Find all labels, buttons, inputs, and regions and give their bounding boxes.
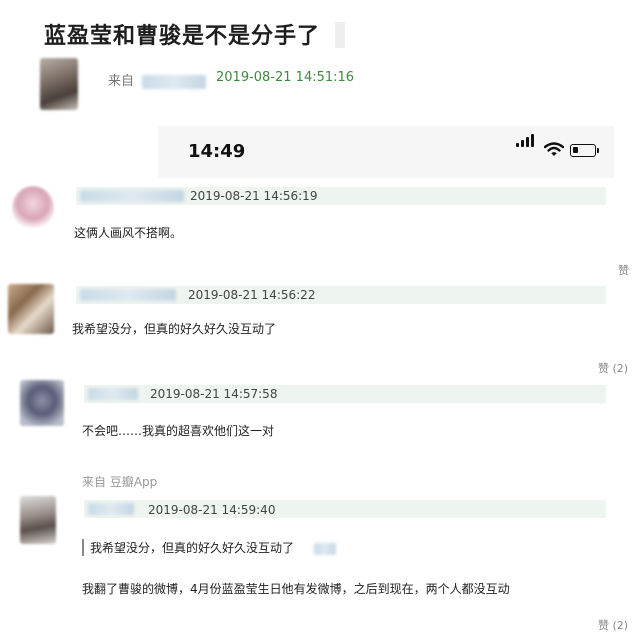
from-label: 来自 <box>108 74 135 89</box>
comment-avatar[interactable] <box>12 186 54 230</box>
blurred-username[interactable] <box>80 190 184 202</box>
post-datetime: 2019-08-21 14:51:16 <box>216 70 355 85</box>
comment-avatar[interactable] <box>8 284 54 334</box>
status-time: 14:49 <box>188 141 246 162</box>
comment-avatar[interactable] <box>20 496 56 544</box>
quoted-reply: 我希望没分，但真的好久好久没互动了 <box>82 539 336 556</box>
comment-text: 不会吧……我真的超喜欢他们这一对 <box>82 424 275 438</box>
battery-icon <box>570 144 599 157</box>
comment-text: 我翻了曹骏的微博，4月份蓝盈莹生日他有发微博，之后到现在，两个人都没互动 <box>82 582 510 596</box>
blurred-username[interactable] <box>80 289 176 301</box>
blurred-username[interactable] <box>88 388 138 400</box>
like-button[interactable]: 赞 <box>618 262 629 278</box>
blurred-quoted-user[interactable] <box>313 542 336 555</box>
blurred-author-name[interactable] <box>142 74 207 89</box>
post-source: 来自 <box>108 70 207 89</box>
like-button[interactable]: 赞 (2) <box>598 617 628 633</box>
comment-avatar[interactable] <box>20 380 64 426</box>
comment-datetime: 2019-08-21 14:59:40 <box>148 503 276 517</box>
comment-datetime: 2019-08-21 14:57:58 <box>150 387 278 401</box>
comment-datetime: 2019-08-21 14:56:22 <box>188 288 316 302</box>
like-button[interactable]: 赞 (2) <box>598 360 628 376</box>
comment-header <box>76 286 606 304</box>
author-avatar[interactable] <box>40 58 78 110</box>
comment-text: 这俩人画风不搭啊。 <box>74 226 183 240</box>
quoted-text: 我希望没分，但真的好久好久没互动了 <box>90 541 295 555</box>
wifi-icon <box>544 142 564 156</box>
title-edge-artifact <box>335 22 345 48</box>
blurred-username[interactable] <box>88 503 134 515</box>
post-title: 蓝盈莹和曹骏是不是分手了 <box>44 24 321 49</box>
comment-datetime: 2019-08-21 14:56:19 <box>190 189 318 203</box>
comment-text: 我希望没分，但真的好久好久没互动了 <box>72 322 277 336</box>
comment-header <box>76 187 606 205</box>
phone-status-bar: 14:49 <box>158 126 614 178</box>
comment-source: 来自 豆瓣App <box>82 475 158 489</box>
